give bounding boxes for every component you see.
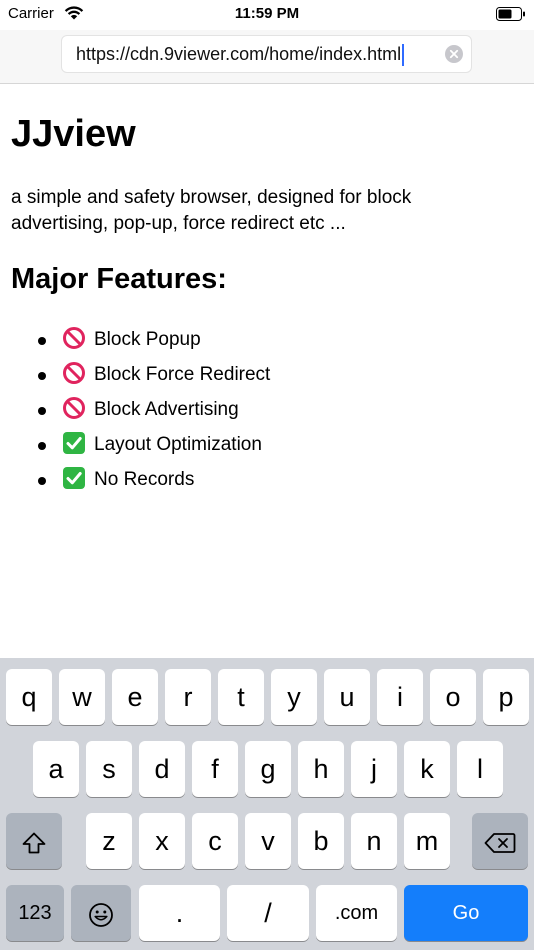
numbers-key[interactable]: 123 [6, 885, 64, 941]
prohibited-icon [63, 362, 85, 384]
check-mark-icon [63, 467, 85, 489]
keyboard: q w e r t y u i o p a s d f g h j k l z … [0, 658, 534, 950]
key-f[interactable]: f [192, 741, 238, 797]
page-description: a simple and safety browser, designed fo… [11, 185, 523, 237]
description-line-2: advertising, pop-up, force redirect etc … [11, 213, 346, 234]
url-text: https://cdn.9viewer.com/home/index.html [76, 44, 402, 64]
prohibited-icon [63, 327, 85, 349]
slash-key[interactable]: / [227, 885, 309, 941]
key-n[interactable]: n [351, 813, 397, 869]
feature-label: Layout Optimization [94, 434, 262, 455]
bullet-icon [38, 477, 46, 485]
clock-time: 11:59 PM [234, 5, 300, 22]
feature-label: Block Advertising [94, 399, 239, 420]
address-bar-area: https://cdn.9viewer.com/home/index.html [0, 30, 534, 84]
page-title: JJview [11, 113, 136, 155]
key-c[interactable]: c [192, 813, 238, 869]
clear-text-icon[interactable] [445, 45, 463, 63]
feature-label: Block Force Redirect [94, 364, 271, 385]
key-k[interactable]: k [404, 741, 450, 797]
key-i[interactable]: i [377, 669, 423, 725]
key-t[interactable]: t [218, 669, 264, 725]
battery-icon [496, 7, 525, 21]
key-s[interactable]: s [86, 741, 132, 797]
text-cursor [402, 44, 405, 67]
key-e[interactable]: e [112, 669, 158, 725]
key-p[interactable]: p [483, 669, 529, 725]
feature-label: Block Popup [94, 329, 201, 350]
key-y[interactable]: y [271, 669, 317, 725]
key-w[interactable]: w [59, 669, 105, 725]
dotcom-key[interactable]: .com [316, 885, 397, 941]
key-h[interactable]: h [298, 741, 344, 797]
list-item: Block Advertising [11, 393, 523, 428]
address-bar[interactable]: https://cdn.9viewer.com/home/index.html [61, 35, 472, 73]
feature-list: Block Popup Block Force Redirect Block A… [11, 323, 523, 498]
go-button[interactable]: Go [404, 885, 528, 941]
shift-key[interactable] [6, 813, 62, 869]
list-item: Block Popup [11, 323, 523, 358]
features-heading: Major Features: [11, 263, 227, 295]
key-o[interactable]: o [430, 669, 476, 725]
prohibited-icon [63, 397, 85, 419]
bullet-icon [38, 442, 46, 450]
web-page-content: JJview a simple and safety browser, desi… [11, 84, 523, 498]
key-r[interactable]: r [165, 669, 211, 725]
list-item: No Records [11, 463, 523, 498]
bullet-icon [38, 407, 46, 415]
key-g[interactable]: g [245, 741, 291, 797]
status-bar: Carrier 11:59 PM [0, 0, 534, 30]
key-l[interactable]: l [457, 741, 503, 797]
key-j[interactable]: j [351, 741, 397, 797]
list-item: Layout Optimization [11, 428, 523, 463]
bullet-icon [38, 372, 46, 380]
url-input[interactable]: https://cdn.9viewer.com/home/index.html [76, 36, 405, 72]
key-q[interactable]: q [6, 669, 52, 725]
key-x[interactable]: x [139, 813, 185, 869]
key-v[interactable]: v [245, 813, 291, 869]
check-mark-icon [63, 432, 85, 454]
bullet-icon [38, 337, 46, 345]
description-line-1: a simple and safety browser, designed fo… [11, 187, 412, 208]
key-d[interactable]: d [139, 741, 185, 797]
feature-label: No Records [94, 469, 195, 490]
backspace-icon [484, 832, 516, 853]
backspace-key[interactable] [472, 813, 528, 869]
list-item: Block Force Redirect [11, 358, 523, 393]
emoji-key[interactable] [71, 885, 131, 941]
key-z[interactable]: z [86, 813, 132, 869]
key-m[interactable]: m [404, 813, 450, 869]
key-u[interactable]: u [324, 669, 370, 725]
key-a[interactable]: a [33, 741, 79, 797]
emoji-icon [89, 902, 113, 927]
key-b[interactable]: b [298, 813, 344, 869]
period-key[interactable]: . [139, 885, 220, 941]
shift-icon [22, 832, 46, 854]
